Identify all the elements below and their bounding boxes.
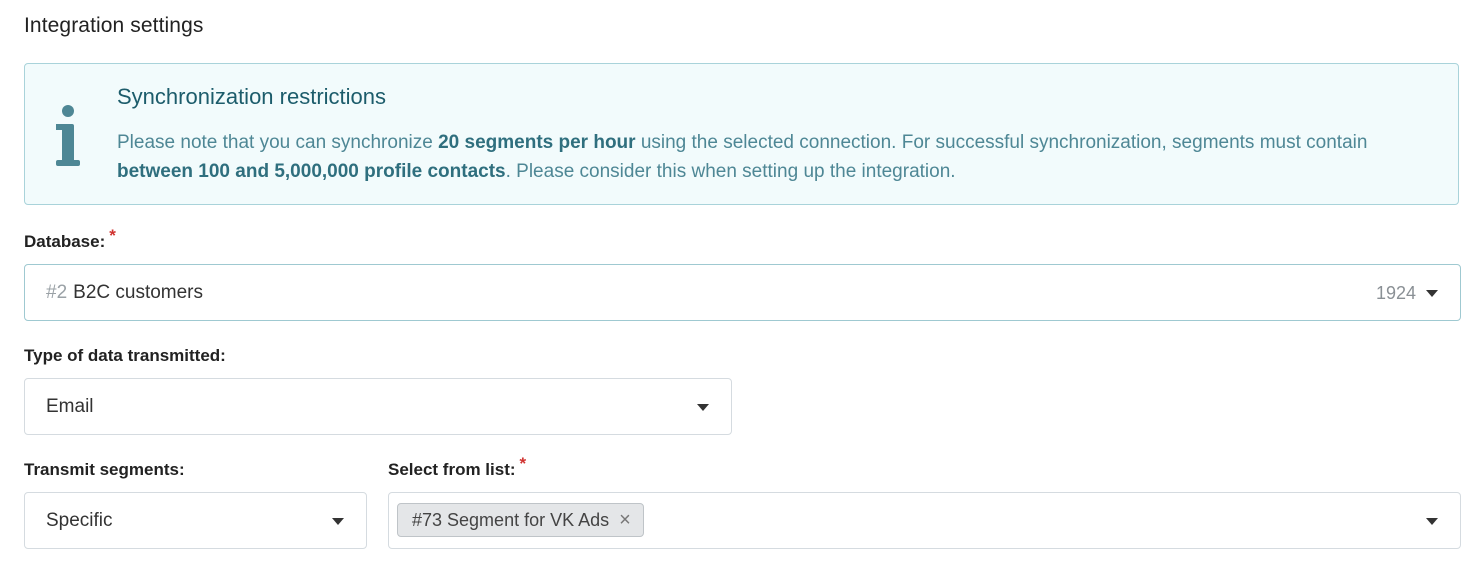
database-label: Database: * xyxy=(24,226,116,251)
database-select[interactable]: #2 B2C customers 1924 xyxy=(24,264,1461,321)
data-type-label: Type of data transmitted: xyxy=(24,346,226,365)
segment-chip-label: #73 Segment for VK Ads xyxy=(412,509,610,530)
integration-settings-page: Integration settings Synchronization res… xyxy=(0,0,1484,570)
notice-bold-segments: 20 segments per hour xyxy=(438,132,636,153)
required-mark: * xyxy=(109,226,116,245)
data-type-value: Email xyxy=(46,396,94,417)
chevron-down-icon xyxy=(1426,518,1438,525)
segment-chip: #73 Segment for VK Ads × xyxy=(397,503,644,537)
transmit-segments-select[interactable]: Specific xyxy=(24,492,367,549)
chevron-down-icon xyxy=(332,518,344,525)
database-prefix: #2 xyxy=(46,282,68,303)
data-type-select[interactable]: Email xyxy=(24,378,732,435)
required-mark: * xyxy=(519,454,527,473)
database-count: 1924 xyxy=(1375,283,1416,303)
info-icon xyxy=(56,105,80,166)
page-title: Integration settings xyxy=(24,14,204,37)
notice-text: Please note that you can synchronize 20 … xyxy=(117,132,1368,182)
transmit-segments-label: Transmit segments: xyxy=(24,460,185,479)
select-from-list-label: Select from list: * xyxy=(388,454,527,479)
notice-title: Synchronization restrictions xyxy=(117,84,387,109)
chevron-down-icon xyxy=(697,404,709,411)
transmit-segments-value: Specific xyxy=(46,510,113,531)
close-icon[interactable]: × xyxy=(619,510,631,530)
database-value: #2 B2C customers xyxy=(46,282,204,303)
sync-restrictions-notice: Synchronization restrictions Please note… xyxy=(24,63,1459,205)
chevron-down-icon xyxy=(1426,290,1438,297)
segment-multiselect[interactable]: #73 Segment for VK Ads × xyxy=(388,492,1461,549)
notice-bold-contacts: between 100 and 5,000,000 profile contac… xyxy=(117,161,506,182)
